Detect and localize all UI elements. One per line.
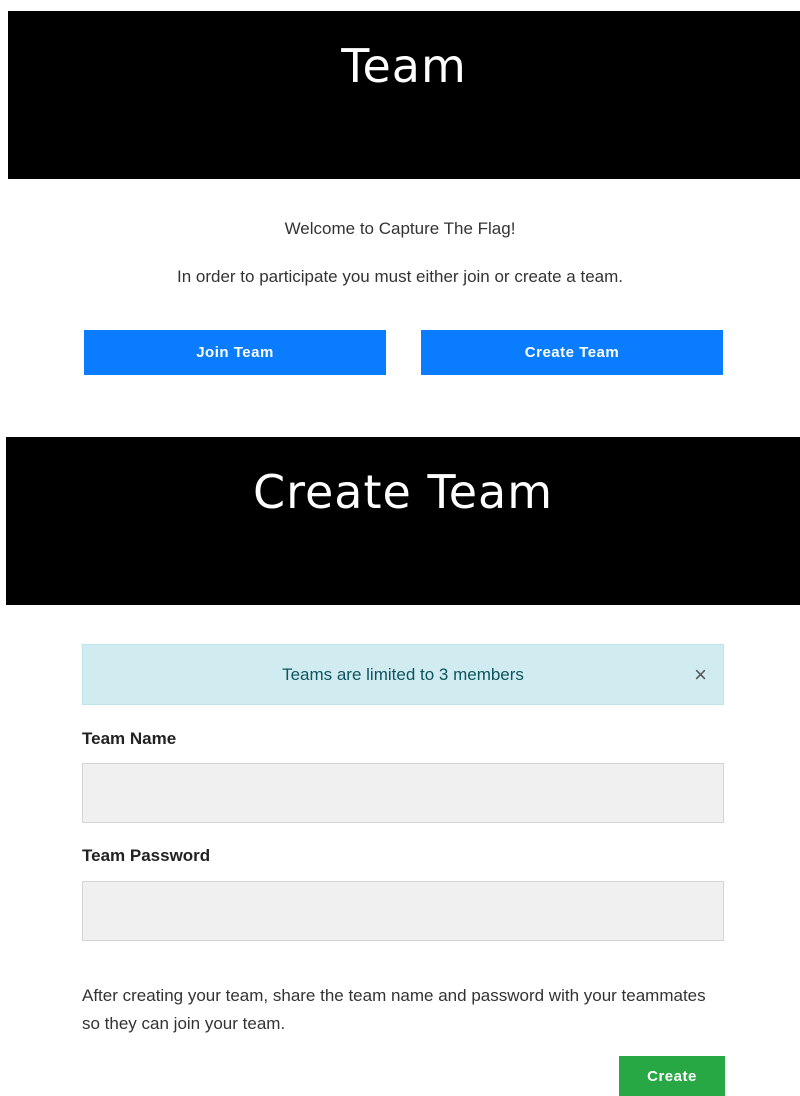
create-team-header-banner: Create Team: [6, 437, 800, 605]
join-team-button[interactable]: Join Team: [84, 330, 386, 375]
team-name-label: Team Name: [82, 729, 177, 748]
team-name-input[interactable]: [82, 763, 724, 823]
team-password-input[interactable]: [82, 881, 724, 941]
instructions-text: In order to participate you must either …: [176, 267, 623, 286]
team-limit-alert: Teams are limited to 3 members ×: [82, 644, 724, 705]
welcome-text: Welcome to Capture The Flag!: [284, 219, 516, 238]
alert-message: Teams are limited to 3 members: [282, 664, 524, 684]
team-header-banner: Team: [8, 11, 800, 179]
share-instructions-text: After creating your team, share the team…: [82, 986, 706, 1033]
team-page-title: Team: [341, 39, 467, 93]
create-submit-button[interactable]: Create: [619, 1056, 725, 1096]
create-team-title: Create Team: [252, 465, 554, 519]
close-icon[interactable]: ×: [694, 663, 707, 686]
create-team-button[interactable]: Create Team: [421, 330, 723, 375]
team-password-label: Team Password: [82, 846, 211, 865]
